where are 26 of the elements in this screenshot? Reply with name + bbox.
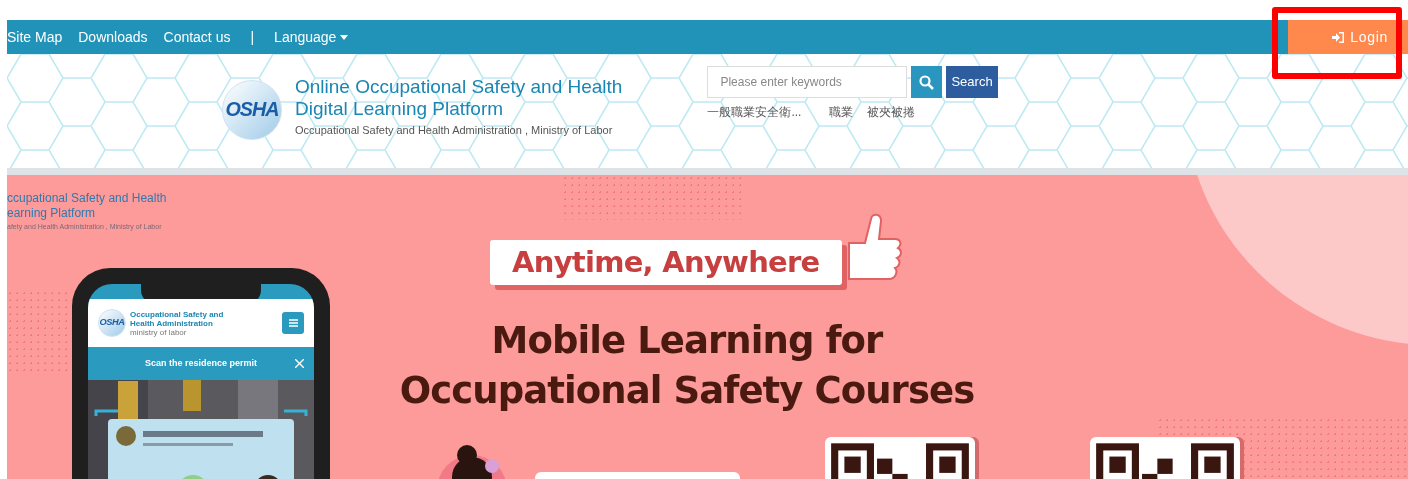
- close-icon[interactable]: [295, 359, 304, 368]
- login-button[interactable]: Login: [1288, 20, 1408, 54]
- site-title: Online Occupational Safety and Health Digital Learning Platform: [295, 76, 623, 120]
- nav-link[interactable]: Downloads: [78, 26, 148, 48]
- hot-keyword-link[interactable]: 一般職業安全衛...: [707, 103, 802, 121]
- search-button[interactable]: Search: [946, 66, 998, 98]
- menu-icon: [288, 319, 298, 327]
- search-icon: [919, 74, 935, 90]
- language-dropdown[interactable]: Language: [274, 26, 349, 48]
- search-icon-button[interactable]: [911, 66, 943, 98]
- nav-separator: |: [250, 27, 255, 47]
- nav-link[interactable]: Contact us: [163, 26, 231, 48]
- search-field[interactable]: Please enter keywords: [707, 66, 908, 98]
- nav-link[interactable]: Site Map: [7, 26, 63, 48]
- caret-icon: [340, 34, 349, 40]
- banner-headline: Mobile Learning for Occupational Safety Courses: [398, 318, 976, 414]
- phone-org-subtitle: ministry of labor: [130, 327, 188, 337]
- osha-logo: OSHA: [98, 309, 126, 337]
- hot-keyword-link[interactable]: 職業: [829, 103, 854, 121]
- login-icon: [1332, 31, 1345, 43]
- hot-keyword-link[interactable]: 被夾被捲: [867, 103, 916, 121]
- menu-button[interactable]: [282, 312, 304, 334]
- site-subtitle: Occupational Safety and Health Administration , Ministry of Labor: [295, 123, 614, 138]
- phone-org-name: Occupational Safety and Health Administration: [130, 309, 225, 328]
- banner-brand-title: ccupational Safety and Health earning Platform: [7, 191, 167, 221]
- phone-scan-title: Scan the residence permit: [144, 356, 257, 370]
